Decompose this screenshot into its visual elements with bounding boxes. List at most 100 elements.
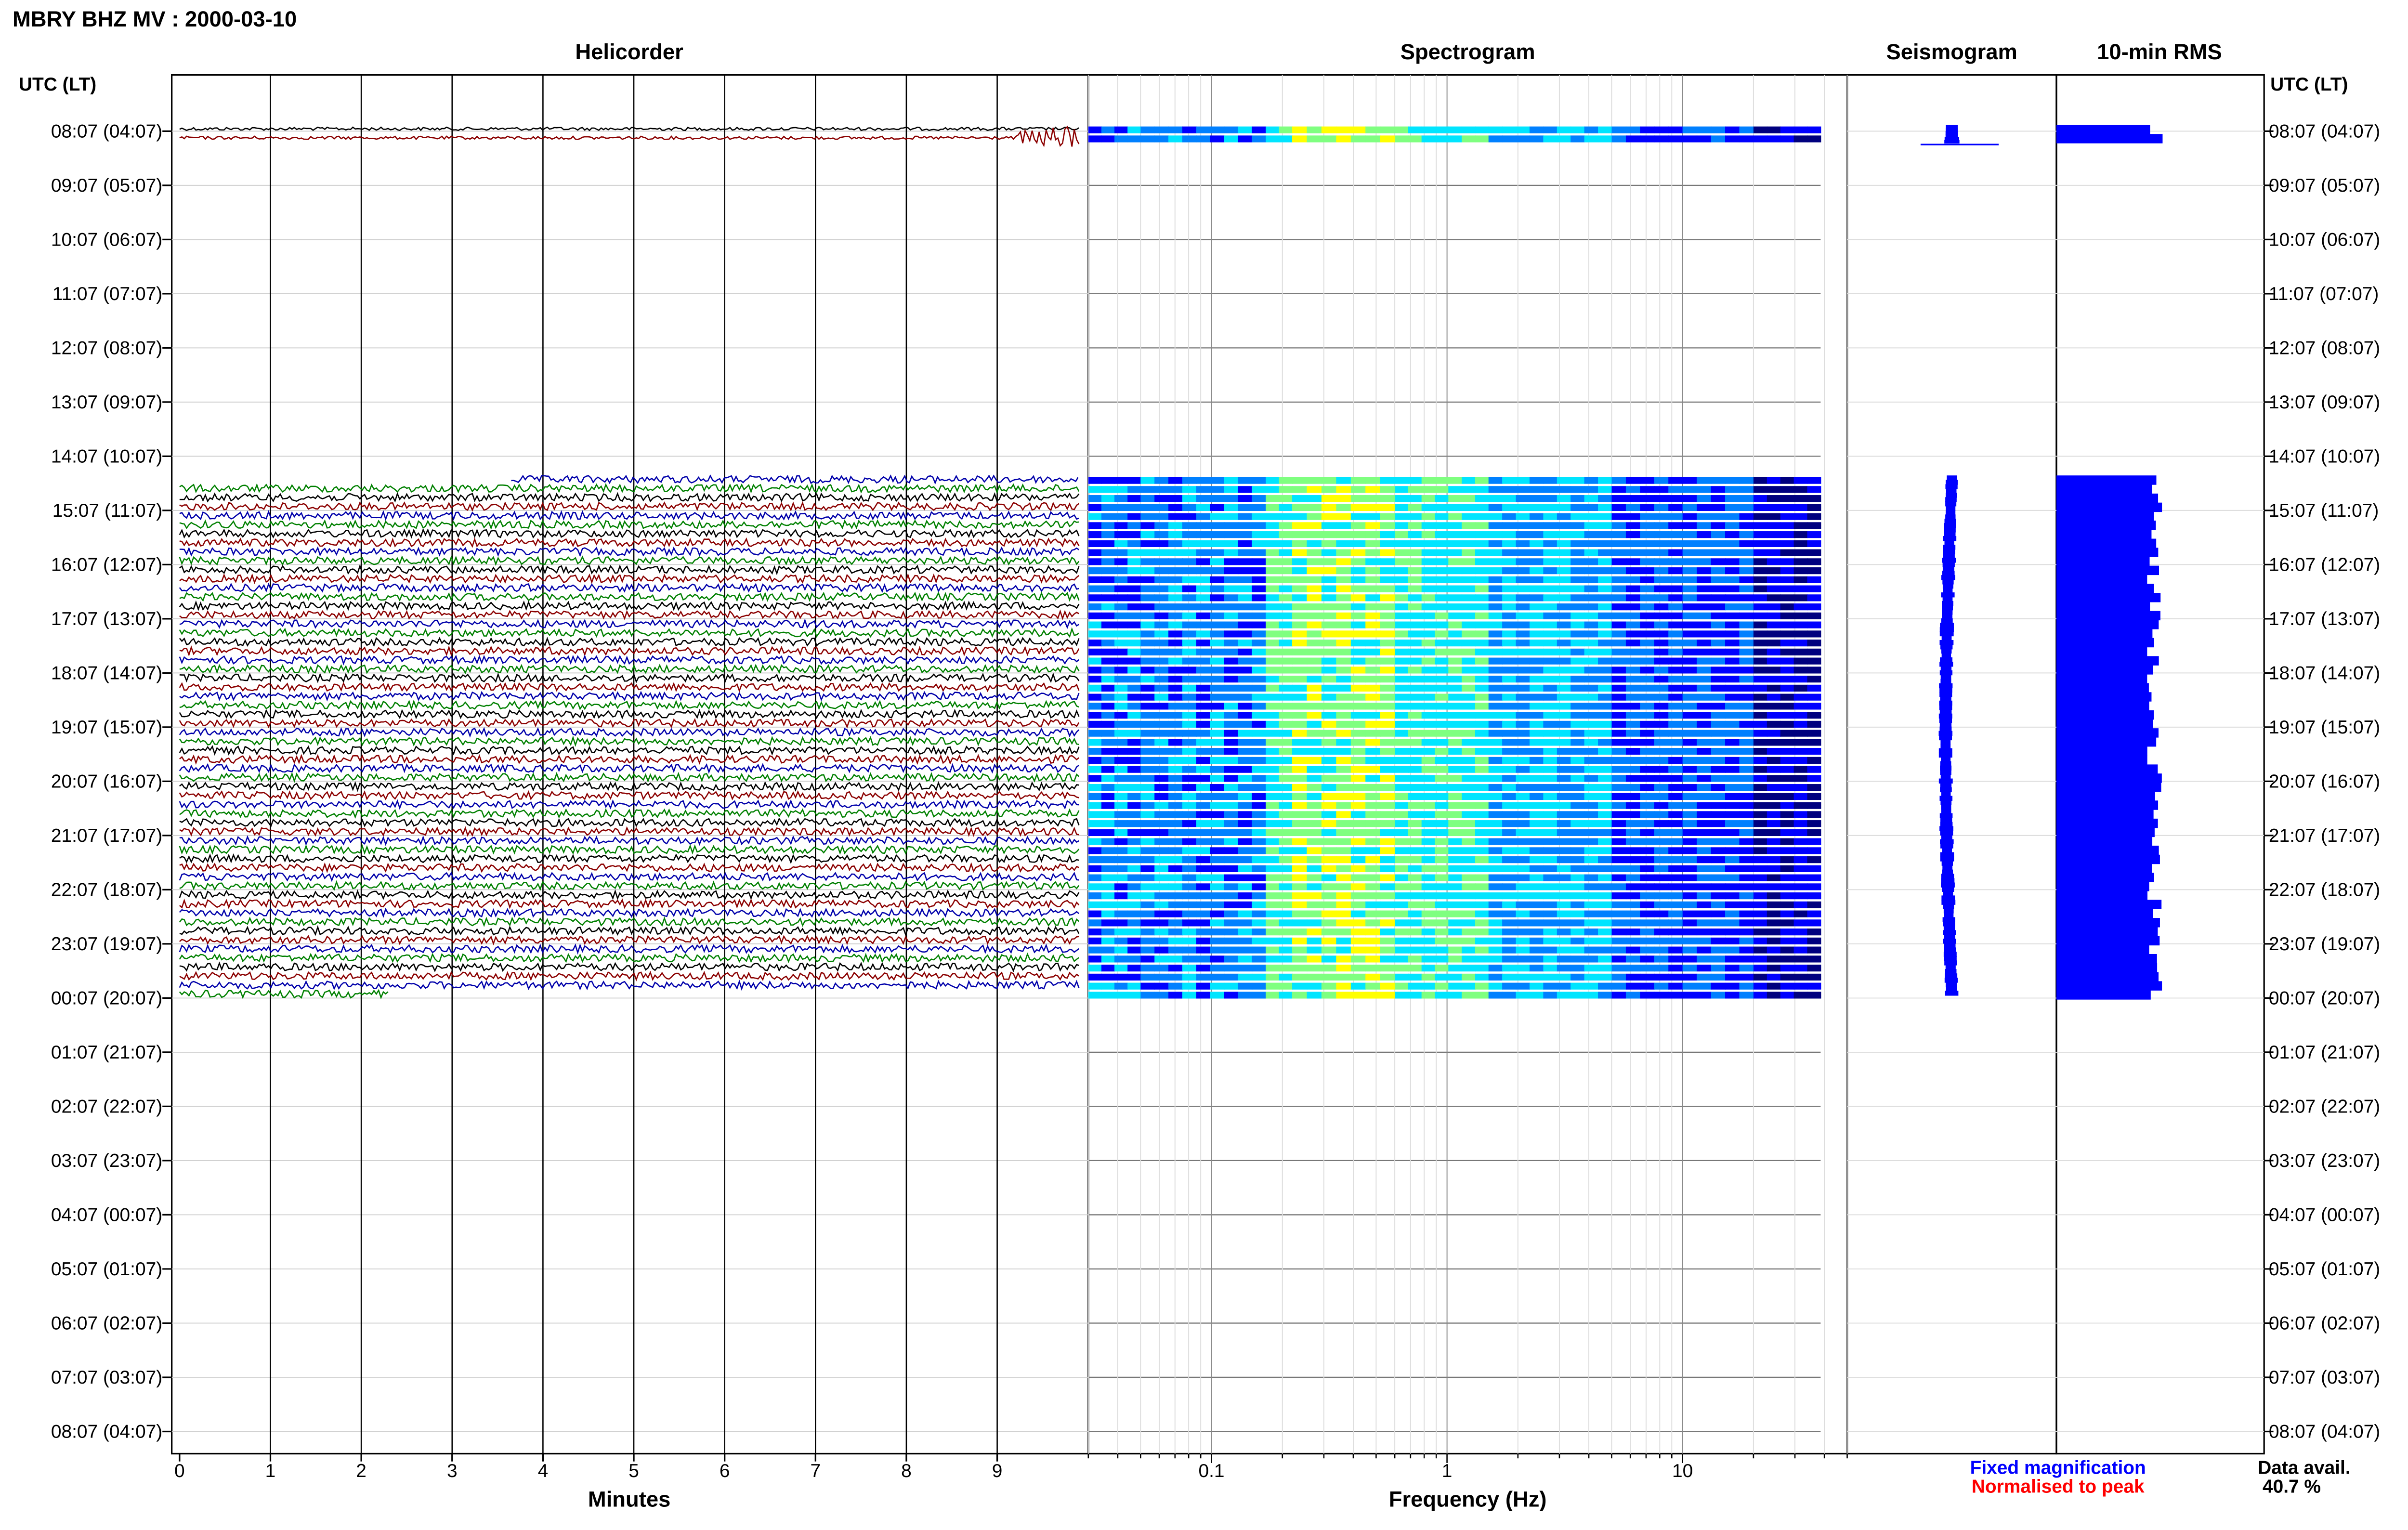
spectrogram-cell [1238,856,1253,863]
spectrogram-cell [1224,567,1239,575]
spectrogram-cell [1279,820,1293,827]
spectrogram-cell [1380,513,1396,520]
spectrogram-cell [1350,540,1366,547]
spectrogram-cell [1380,919,1396,927]
spectrogram-cell [1462,621,1476,628]
spectrogram-cell [1196,811,1211,818]
spectrogram-cell [1336,802,1351,809]
spectrogram-cell [1584,135,1599,143]
spectrogram-cell [1182,640,1197,647]
spectrogram-cell [1739,910,1754,917]
spectrogram-cell [1807,486,1821,493]
spectrogram-cell [1350,549,1366,556]
spectrogram-cell [1127,955,1141,963]
spectrogram-cell [1140,612,1155,619]
spectrogram-cell [1725,820,1740,827]
spectrogram-cell [1640,621,1655,628]
spectrogram-cell [1668,829,1683,837]
spectrogram-cell [1711,657,1726,665]
spectrogram-cell [1114,531,1128,538]
spectrogram-cell [1154,802,1169,809]
spectrogram-cell [1448,549,1463,556]
spectrogram-cell [1154,847,1169,854]
spectrogram-cell [1570,576,1585,583]
spectrogram-cell [1529,684,1544,692]
spectrogram-cell [1101,531,1115,538]
spectrogram-cell [1516,585,1530,592]
rms-bar [2056,665,2153,675]
spectrogram-cell [1462,766,1476,773]
spectrogram-cell [1350,486,1366,493]
spectrogram-cell [1543,486,1557,493]
spectrogram-cell [1462,703,1476,710]
spectrogram-cell [1224,937,1239,945]
spectrogram-cell [1365,965,1381,972]
spectrogram-cell [1238,720,1253,728]
spectrogram-cell [1224,910,1239,917]
spectrogram-cell [1654,811,1669,818]
spectrogram-cell [1753,847,1767,854]
spectrogram-cell [1584,603,1599,611]
spectrogram-cell [1252,739,1267,746]
spectrogram-cell [1488,513,1503,520]
spectrogram-cell [1654,630,1669,638]
spectrogram-cell [1140,901,1155,909]
spectrogram-cell [1529,720,1544,728]
spectrogram-cell [1182,784,1197,791]
spectrogram-cell [1266,576,1280,583]
spectrogram-cell [1435,504,1449,511]
spectrogram-cell [1753,766,1767,773]
spectrogram-cell [1682,486,1698,493]
spectrogram-cell [1182,684,1197,692]
spectrogram-cell [1625,748,1641,755]
spectrogram-cell [1640,892,1655,900]
seismogram-band [1943,904,1954,909]
spectrogram-cell [1279,504,1293,511]
spectrogram-cell [1767,730,1781,737]
spectrogram-cell [1767,901,1781,909]
spectrogram-cell [1408,992,1422,999]
spectrogram-cell [1321,126,1337,133]
spectrogram-cell [1640,486,1655,493]
spectrogram-cell [1435,549,1449,556]
spectrogram-cell [1557,946,1571,954]
spectrogram-cell [1238,811,1253,818]
spectrogram-cell [1448,757,1463,764]
spectrogram-cell [1380,829,1396,837]
spectrogram-cell [1114,703,1128,710]
spectrogram-cell [1584,576,1599,583]
spectrogram-cell [1570,540,1585,547]
spectrogram-cell [1088,937,1102,945]
spectrogram-cell [1780,829,1794,837]
spectrogram-cell [1168,901,1183,909]
spectrogram-cell [1336,874,1351,881]
spectrogram-cell [1570,513,1585,520]
spectrogram-cell [1475,648,1489,655]
spectrogram-cell [1462,937,1476,945]
spectrogram-cell [1697,811,1712,818]
spectrogram-cell [1625,676,1641,683]
spectrogram-cell [1543,495,1557,502]
spectrogram-cell [1210,667,1225,674]
seismogram-band [1943,908,1954,914]
spectrogram-cell [1114,784,1128,791]
spectrogram-cell [1711,973,1726,981]
spectrogram-cell [1421,739,1436,746]
spectrogram-cell [1598,856,1612,863]
spectrogram-cell [1543,910,1557,917]
spectrogram-cell [1448,928,1463,936]
spectrogram-cell [1140,973,1155,981]
spectrogram-cell [1321,486,1337,493]
spectrogram-cell [1711,558,1726,565]
spectrogram-cell [1516,992,1530,999]
spectrogram-cell [1307,838,1322,845]
spectrogram-cell [1448,892,1463,900]
spectrogram-cell [1640,874,1655,881]
spectrogram-cell [1380,883,1396,890]
spectrogram-cell [1793,477,1808,484]
spectrogram-cell [1529,540,1544,547]
spectrogram-cell [1780,766,1794,773]
spectrogram-cell [1168,883,1183,890]
spectrogram-cell [1767,775,1781,782]
spectrogram-cell [1168,757,1183,764]
